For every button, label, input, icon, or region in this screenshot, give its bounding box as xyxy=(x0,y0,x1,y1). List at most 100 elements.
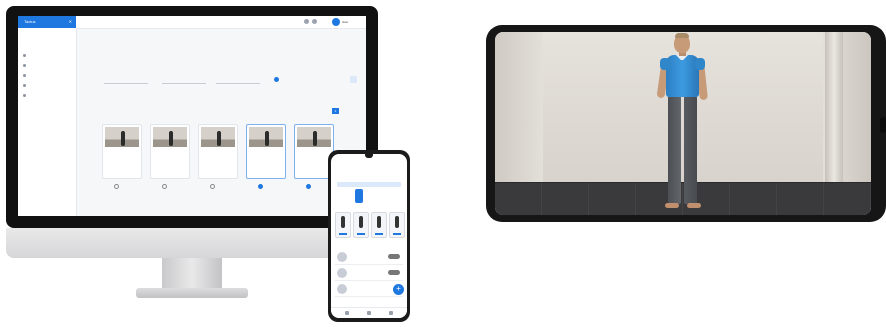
mobile-exercise-tile[interactable] xyxy=(353,212,369,238)
card-select-radio[interactable] xyxy=(162,184,169,189)
monitor-chin xyxy=(6,228,378,258)
dashboard-icon xyxy=(23,53,26,57)
week-day-selected[interactable] xyxy=(355,189,363,203)
monitor-stand-neck xyxy=(162,258,222,290)
monitor-bezel: Tactus ✕ User 1 xyxy=(6,6,378,228)
avatar-figure xyxy=(359,216,363,228)
exercise-card-grid xyxy=(102,124,342,194)
mobile-exercise-tile[interactable] xyxy=(335,212,351,238)
sidebar-item-patients[interactable] xyxy=(23,82,71,88)
settings-icon xyxy=(23,93,26,97)
user-menu[interactable]: User xyxy=(332,18,354,26)
card-select-radio[interactable] xyxy=(210,184,217,189)
exercise-thumbnail xyxy=(153,127,187,147)
avatar-sleeve-right xyxy=(695,58,705,70)
notification-icon[interactable] xyxy=(304,19,309,24)
mobile-exercise-carousel xyxy=(335,212,405,240)
room-pillar xyxy=(825,32,843,182)
sidebar-item-calendar[interactable] xyxy=(23,62,71,68)
device-showcase: Tactus ✕ User 1 + xyxy=(0,0,886,327)
mobile-phone: + xyxy=(328,150,410,322)
add-button[interactable]: + xyxy=(393,284,404,295)
status-badge xyxy=(388,270,400,275)
radio-icon xyxy=(114,184,119,189)
avatar-figure xyxy=(169,131,173,146)
avatar-leg-left xyxy=(668,96,681,204)
progress-bar xyxy=(357,233,365,235)
week-day[interactable] xyxy=(382,189,390,203)
phone-screen: + xyxy=(331,154,407,318)
card-select-radio[interactable] xyxy=(114,184,121,189)
monitor-screen: Tactus ✕ User 1 xyxy=(18,16,366,216)
avatar-figure xyxy=(217,131,221,146)
week-day[interactable] xyxy=(391,189,399,203)
avatar xyxy=(332,18,340,26)
week-day[interactable] xyxy=(373,189,381,203)
grid-view-button[interactable] xyxy=(350,76,357,83)
home-icon[interactable] xyxy=(345,311,349,315)
landscape-phone xyxy=(486,25,886,222)
3d-avatar xyxy=(645,32,725,215)
week-day[interactable] xyxy=(337,189,345,203)
avatar-leg-right xyxy=(684,96,697,204)
main-content: 1 xyxy=(76,28,366,216)
card-select-radio[interactable] xyxy=(306,184,313,189)
avatar-figure xyxy=(265,131,269,146)
avatar-figure xyxy=(313,131,317,146)
list-item[interactable] xyxy=(335,266,403,281)
desktop-monitor: Tactus ✕ User 1 xyxy=(6,6,378,302)
avatar xyxy=(337,268,347,278)
mobile-exercise-tile[interactable] xyxy=(389,212,405,238)
card-select-radio[interactable] xyxy=(258,184,265,189)
avatar-figure xyxy=(395,216,399,228)
filter-toggle[interactable] xyxy=(274,77,279,82)
avatar-figure xyxy=(377,216,381,228)
exercise-icon xyxy=(23,73,26,77)
profile-icon[interactable] xyxy=(389,311,393,315)
help-icon[interactable] xyxy=(312,19,317,24)
filter-select-2[interactable] xyxy=(162,76,206,84)
user-name: User xyxy=(342,20,349,24)
exercise-thumbnail xyxy=(249,127,283,147)
exercise-card[interactable] xyxy=(102,124,142,179)
exercise-card[interactable] xyxy=(246,124,286,179)
mobile-date-selector[interactable] xyxy=(337,182,401,187)
week-day[interactable] xyxy=(364,189,372,203)
avatar-foot-right xyxy=(687,203,701,208)
avatar-foot-left xyxy=(665,203,679,208)
avatar xyxy=(337,252,347,262)
progress-bar xyxy=(339,233,347,235)
week-day[interactable] xyxy=(346,189,354,203)
exercise-card[interactable] xyxy=(150,124,190,179)
exercise-card[interactable] xyxy=(198,124,238,179)
pager-current[interactable]: 1 xyxy=(332,108,339,114)
calendar-icon[interactable] xyxy=(367,311,371,315)
sidebar-item-dashboard[interactable] xyxy=(23,52,71,58)
sidebar-item-exercises[interactable] xyxy=(23,72,71,78)
list-item[interactable] xyxy=(335,250,403,265)
exercise-thumbnail xyxy=(297,127,331,147)
sidebar xyxy=(18,28,77,216)
radio-icon xyxy=(306,184,311,189)
avatar-figure xyxy=(121,131,125,146)
x-icon[interactable]: ✕ xyxy=(69,16,72,28)
filter-bar xyxy=(84,76,359,85)
radio-icon xyxy=(210,184,215,189)
mobile-week-strip xyxy=(337,189,401,203)
avatar-3d-view[interactable] xyxy=(495,32,871,215)
radio-icon xyxy=(258,184,263,189)
mobile-exercise-tile[interactable] xyxy=(371,212,387,238)
radio-icon xyxy=(162,184,167,189)
sidebar-item-settings[interactable] xyxy=(23,92,71,98)
tab-bar xyxy=(84,51,354,59)
progress-bar xyxy=(375,233,383,235)
brand-name: Tactus xyxy=(24,19,36,24)
avatar xyxy=(337,284,347,294)
app-brand[interactable]: Tactus ✕ xyxy=(18,16,76,28)
phone-notch xyxy=(365,154,373,158)
exercise-thumbnail xyxy=(201,127,235,147)
filter-select-1[interactable] xyxy=(104,76,148,84)
avatar-sleeve-left xyxy=(660,58,670,70)
filter-select-3[interactable] xyxy=(216,76,260,84)
avatar-figure xyxy=(341,216,345,228)
